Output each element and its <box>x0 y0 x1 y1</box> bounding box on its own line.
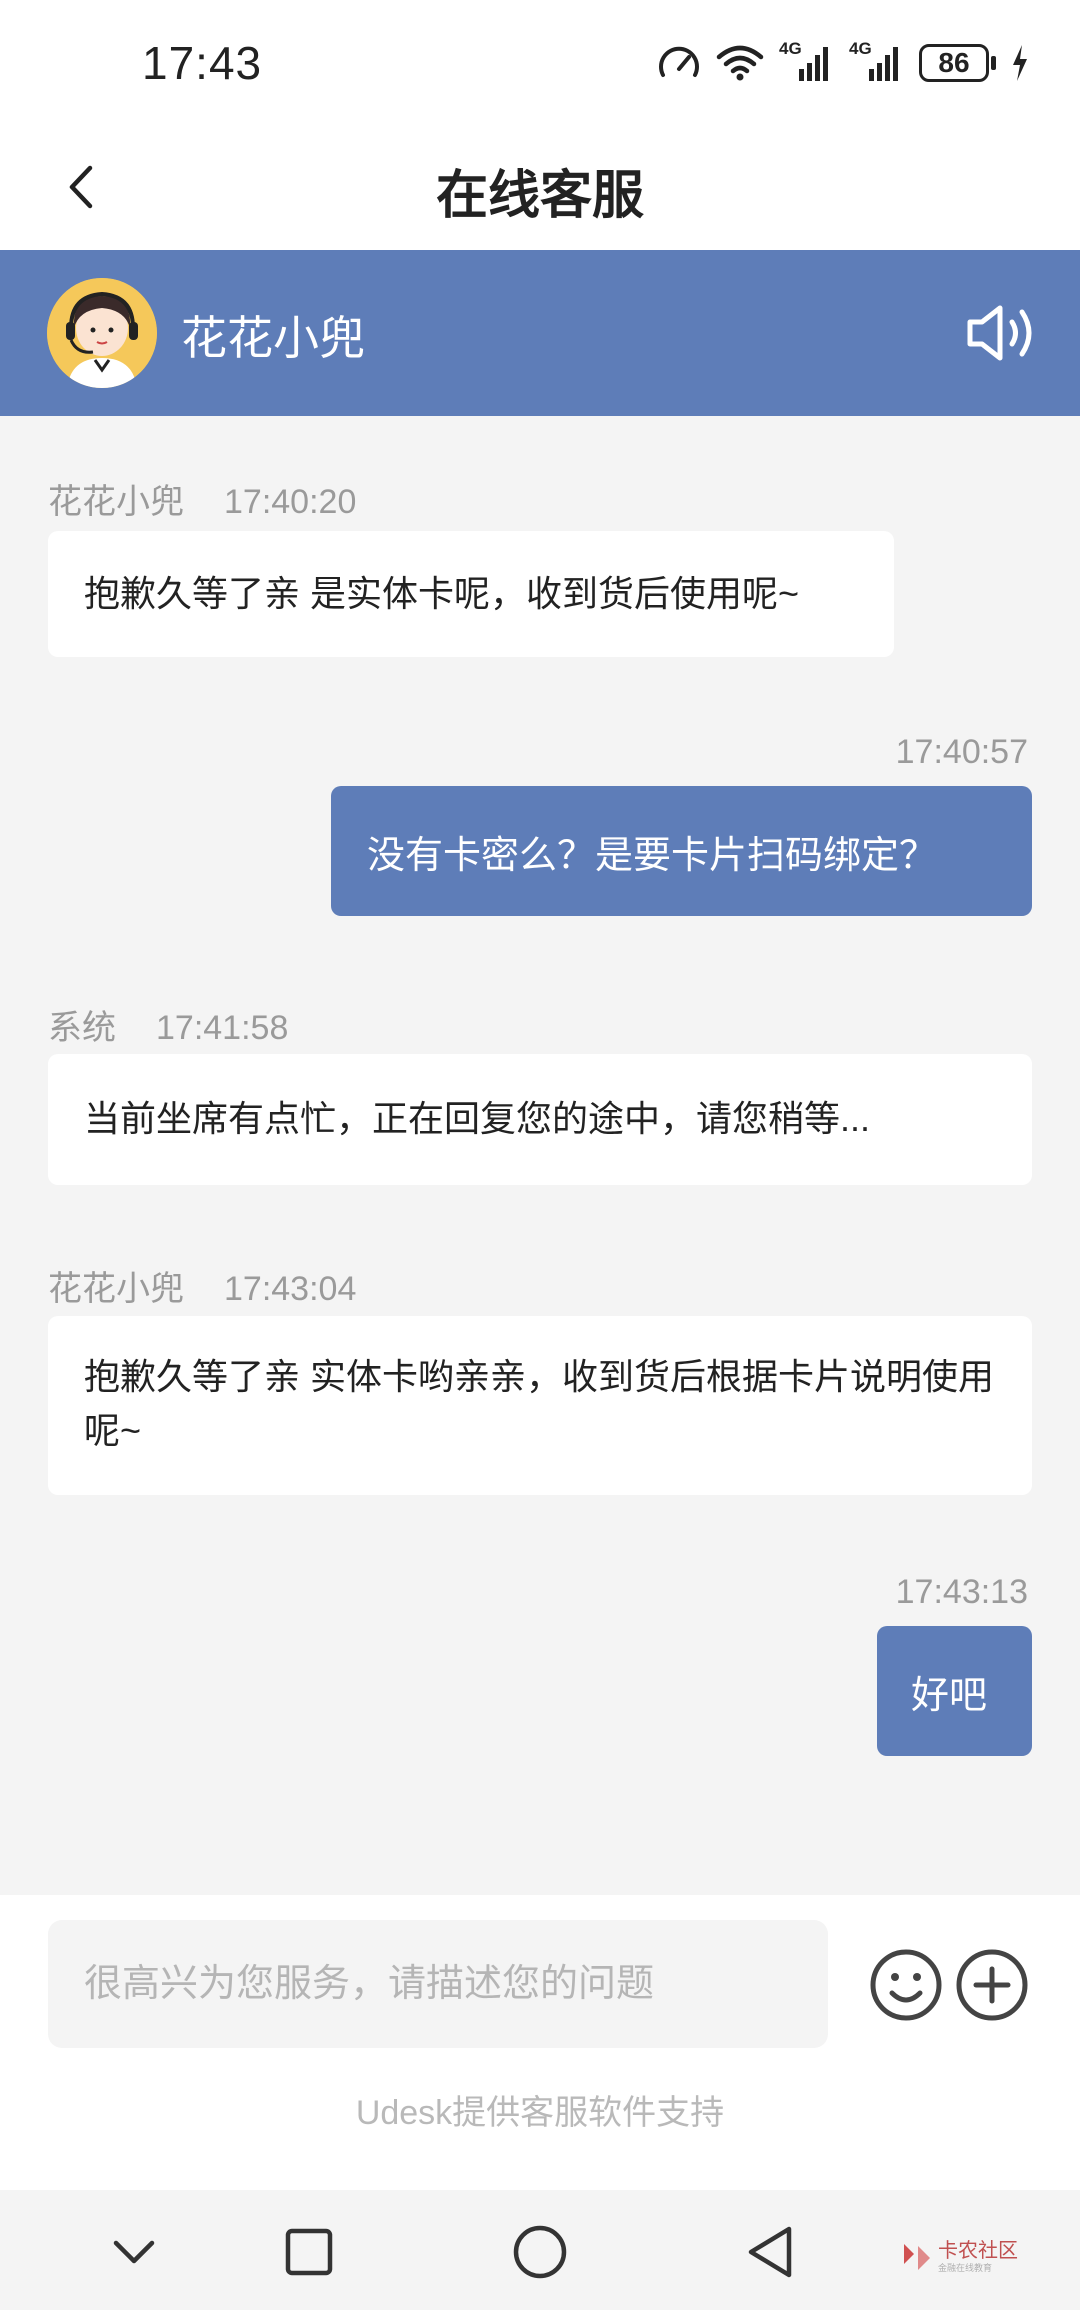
watermark-text: 卡农社区 <box>938 2239 1018 2262</box>
nav-home-button[interactable] <box>508 2220 572 2284</box>
system-nav-bar: 卡农社区 金融在线教育 <box>0 2190 1080 2310</box>
watermark-subtext: 金融在线教育 <box>938 2262 993 2273</box>
message-sender: 花花小兜 <box>48 1270 184 1308</box>
message-input[interactable] <box>84 1962 828 2006</box>
message-bubble-system: 当前坐席有点忙，正在回复您的途中，请您稍等... <box>48 1054 1032 1185</box>
nav-down-icon <box>113 2240 155 2264</box>
agent-avatar <box>47 278 157 388</box>
status-icons: 4G 4G 86 <box>657 38 1030 88</box>
message-meta: 系统 17:41:58 <box>48 1000 288 1049</box>
nav-back-button[interactable] <box>738 2220 802 2284</box>
emoji-button[interactable] <box>868 1947 944 2023</box>
wifi-icon <box>716 45 764 81</box>
nav-recent-button[interactable] <box>277 2220 341 2284</box>
nav-home-icon <box>513 2225 567 2279</box>
input-area: Udesk提供客服软件支持 <box>0 1895 1080 2190</box>
message-sender: 系统 <box>48 1009 116 1047</box>
message-bubble-agent: 抱歉久等了亲 是实体卡呢，收到货后使用呢~ <box>48 531 894 657</box>
watermark-icon <box>904 2244 930 2270</box>
status-time: 17:43 <box>142 37 263 89</box>
nav-recent-icon <box>285 2228 333 2276</box>
battery-indicator: 86 <box>919 44 996 82</box>
speed-icon <box>659 46 699 77</box>
watermark-logo: 卡农社区 金融在线教育 <box>900 2232 1050 2282</box>
agent-name: 花花小兜 <box>181 312 365 364</box>
battery-level: 86 <box>919 44 989 82</box>
nav-back-icon <box>748 2226 792 2278</box>
message-bubble-agent: 抱歉久等了亲 实体卡哟亲亲，收到货后根据卡片说明使用呢~ <box>48 1316 1032 1495</box>
agent-bar: 花花小兜 <box>0 250 1080 416</box>
plus-icon <box>956 1949 1028 2021</box>
message-time: 17:43:04 <box>224 1270 357 1308</box>
message-time: 17:40:57 <box>895 733 1028 771</box>
message-input-box[interactable] <box>48 1920 828 2048</box>
charging-icon <box>1013 45 1027 81</box>
speaker-button[interactable] <box>964 298 1040 368</box>
message-sender: 花花小兜 <box>48 483 184 521</box>
message-time: 17:41:58 <box>156 1009 289 1047</box>
message-meta: 花花小兜 17:40:20 <box>48 474 356 523</box>
emoji-icon <box>870 1949 942 2021</box>
more-options-button[interactable] <box>954 1947 1030 2023</box>
speaker-icon <box>967 305 1032 361</box>
message-meta: 花花小兜 17:43:04 <box>48 1261 356 1310</box>
page-title: 在线客服 <box>435 167 644 225</box>
nav-collapse-button[interactable] <box>102 2220 166 2284</box>
cellular-signal-icon-2: 4G <box>849 39 905 85</box>
message-time: 17:43:13 <box>895 1573 1028 1611</box>
message-time: 17:40:20 <box>224 483 357 521</box>
message-bubble-user: 好吧 <box>877 1626 1032 1756</box>
header: 在线客服 <box>0 125 1080 250</box>
cellular-signal-icon-1: 4G <box>779 39 835 85</box>
message-bubble-user: 没有卡密么？是要卡片扫码绑定？ <box>331 786 1032 916</box>
status-bar: 17:43 4G 4G 86 <box>0 0 1080 125</box>
powered-by-text: Udesk提供客服软件支持 <box>355 2094 725 2132</box>
